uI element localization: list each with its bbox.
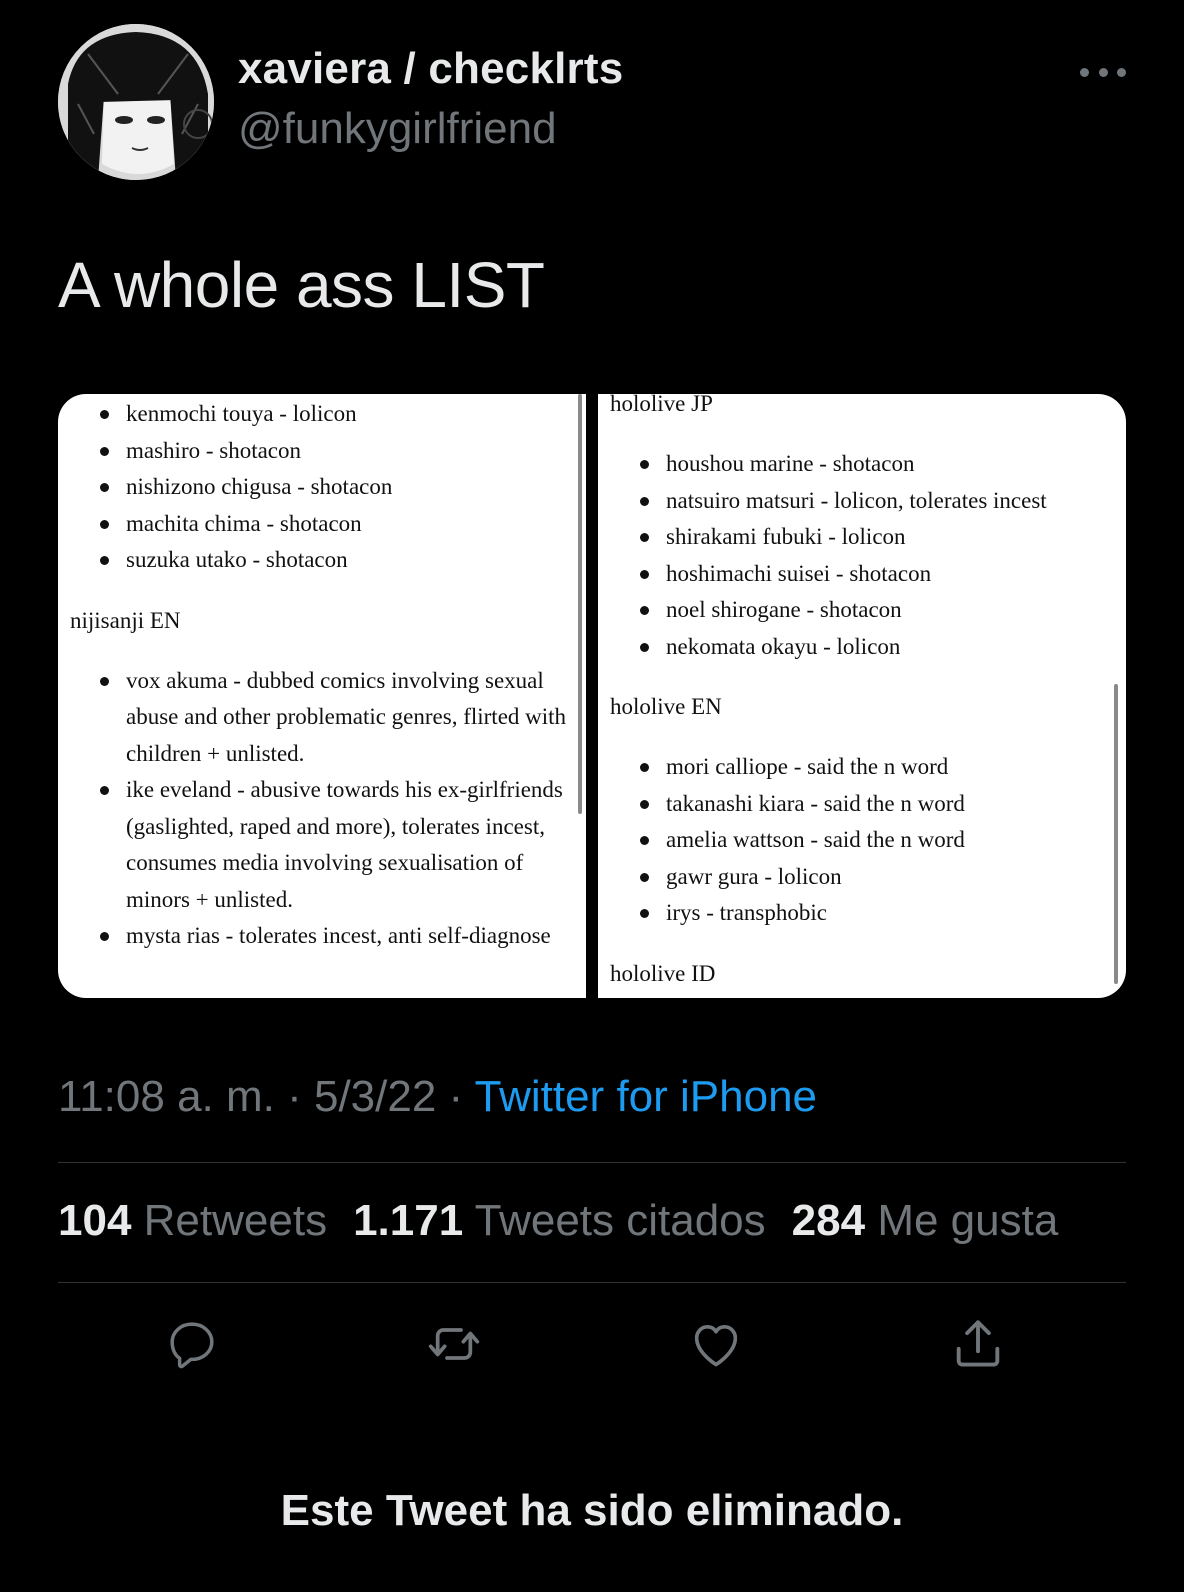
list-item: irys - transphobic	[598, 895, 1126, 932]
section-heading: hololive JP	[610, 394, 713, 416]
more-options-icon[interactable]	[1080, 52, 1126, 92]
list-item: kenmochi touya - lolicon	[58, 396, 586, 433]
meta-separator: ·	[436, 1072, 475, 1121]
list-item: nekomata okayu - lolicon	[598, 629, 1126, 666]
meta-separator: ·	[274, 1072, 314, 1121]
likes-stat[interactable]: 284 Me gusta	[792, 1196, 1059, 1245]
list-item: hoshimachi suisei - shotacon	[598, 556, 1126, 593]
scrollbar	[578, 394, 582, 814]
likes-label: Me gusta	[877, 1196, 1059, 1245]
tweet-date: 5/3/22	[313, 1072, 437, 1121]
list-item: mysta rias - tolerates incest, anti self…	[58, 918, 586, 955]
share-icon	[956, 1320, 1000, 1367]
retweets-count: 104	[58, 1196, 132, 1245]
list-item: amelia wattson - said the n word	[598, 822, 1126, 859]
tweet-meta: 11:08 a. m. · 5/3/22 · Twitter for iPhon…	[58, 1072, 817, 1122]
deleted-tweet-notice: Este Tweet ha sido eliminado.	[280, 1486, 904, 1535]
author-name[interactable]: xaviera / checklrts	[238, 44, 623, 94]
section-heading: hololive EN	[610, 694, 722, 719]
list-item: machita chima - shotacon	[58, 506, 586, 543]
section-heading: nijisanji EN	[70, 607, 181, 633]
retweet-button[interactable]	[422, 1312, 486, 1376]
list-item: shirakami fubuki - lolicon	[598, 519, 1126, 556]
list-item: houshou marine - shotacon	[598, 446, 1126, 483]
quotes-stat[interactable]: 1.171 Tweets citados	[353, 1196, 766, 1245]
list-item: vox akuma - dubbed comics involving sexu…	[58, 663, 586, 773]
reply-icon	[170, 1322, 214, 1369]
more-dot	[1080, 67, 1089, 77]
like-button[interactable]	[684, 1312, 748, 1376]
list-item: takanashi kiara - said the n word	[598, 786, 1126, 823]
likes-count: 284	[791, 1196, 866, 1245]
tweet-stats: 104 Retweets 1.171 Tweets citados 284 Me g…	[58, 1196, 1058, 1246]
retweets-stat[interactable]: 104 Retweets	[58, 1196, 327, 1245]
list-item: natsuiro matsuri - lolicon, tolerates in…	[598, 483, 1126, 520]
section-heading: hololive ID	[610, 960, 716, 986]
share-button[interactable]	[946, 1312, 1010, 1376]
retweets-label: Retweets	[143, 1196, 328, 1245]
tweet-text: A whole ass LIST	[58, 249, 545, 321]
media-image-left[interactable]: kenmochi touya - lolicon mashiro - shota…	[58, 394, 586, 998]
list-item: mashiro - shotacon	[58, 433, 586, 470]
list-item: nishizono chigusa - shotacon	[58, 469, 586, 506]
more-dot	[1117, 67, 1126, 77]
author-handle[interactable]: @funkygirlfriend	[238, 104, 557, 154]
more-dot	[1098, 67, 1108, 77]
avatar-image	[58, 24, 214, 180]
list-jp: houshou marine - shotacon natsuiro matsu…	[598, 446, 1126, 665]
list-en: mori calliope - said the n word takanash…	[598, 749, 1126, 932]
list-item: noel shirogane - shotacon	[598, 592, 1126, 629]
list-top: kenmochi touya - lolicon mashiro - shota…	[58, 396, 586, 579]
list-item: suzuka utako - shotacon	[58, 542, 586, 579]
retweet-icon	[428, 1328, 480, 1360]
tweet-media[interactable]: kenmochi touya - lolicon mashiro - shota…	[58, 394, 1126, 998]
media-image-right[interactable]: hololive JP houshou marine - shotacon na…	[598, 394, 1126, 998]
quotes-count: 1.171	[353, 1196, 464, 1245]
divider	[58, 1162, 1126, 1163]
quotes-label: Tweets citados	[474, 1196, 766, 1245]
reply-button[interactable]	[160, 1312, 224, 1376]
list-item: ike eveland - abusive towards his ex-gir…	[58, 772, 586, 918]
list-item: gawr gura - lolicon	[598, 859, 1126, 896]
tweet-source-link[interactable]: Twitter for iPhone	[475, 1072, 817, 1121]
list-item: mori calliope - said the n word	[598, 749, 1126, 786]
divider	[58, 1282, 1126, 1283]
heart-icon	[694, 1325, 738, 1367]
avatar[interactable]	[58, 24, 214, 180]
tweet-time: 11:08 a. m.	[58, 1072, 275, 1121]
list-bottom: vox akuma - dubbed comics involving sexu…	[58, 663, 586, 955]
scrollbar	[1114, 684, 1118, 984]
